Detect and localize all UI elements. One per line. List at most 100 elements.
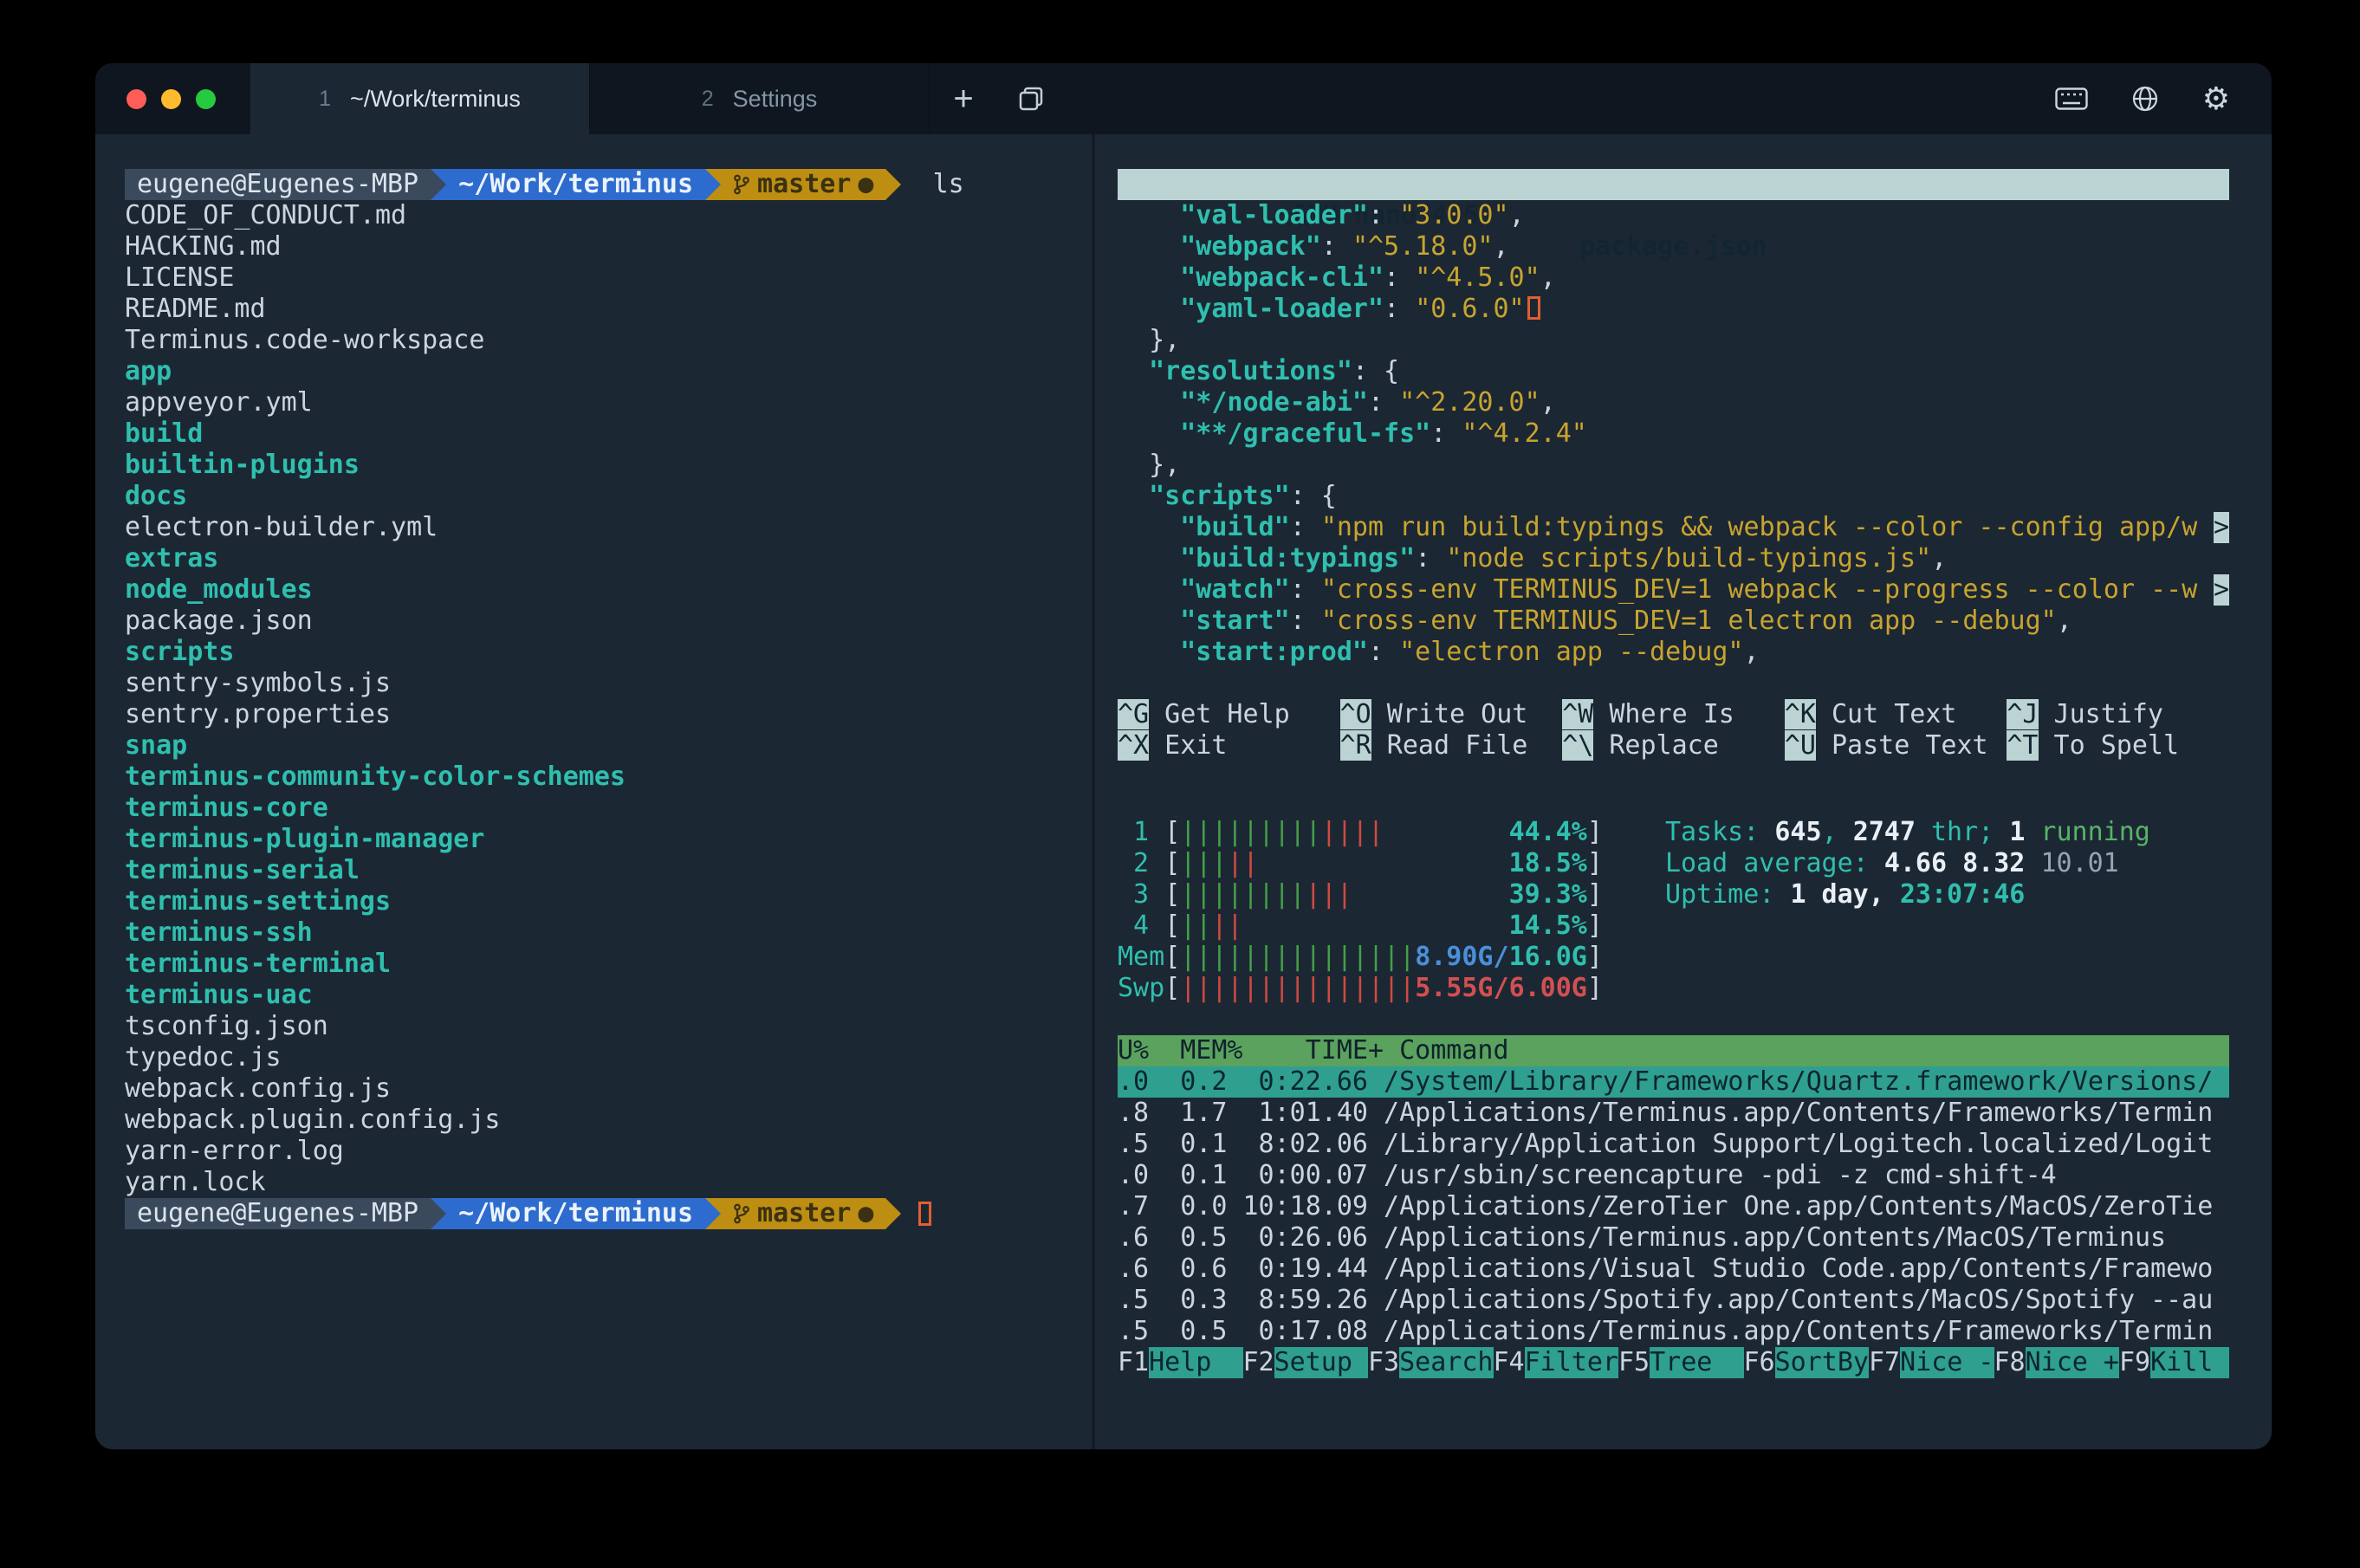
tab-index: 1 bbox=[319, 87, 331, 112]
terminal-prompt: eugene@Eugenes-MBP ~/Work/terminus maste… bbox=[125, 169, 1092, 200]
htop-stats: Tasks: 645, 2747 thr; 1 runningLoad aver… bbox=[1665, 817, 2150, 910]
file-entry: terminus-terminal bbox=[125, 949, 1092, 980]
htop-stat-line: Tasks: 645, 2747 thr; 1 running bbox=[1665, 817, 2150, 848]
process-row[interactable]: .6 0.5 0:26.06 /Applications/Terminus.ap… bbox=[1118, 1222, 2229, 1254]
file-entry: webpack.plugin.config.js bbox=[125, 1105, 1092, 1136]
process-row[interactable]: .0 0.2 0:22.66 /System/Library/Framework… bbox=[1118, 1066, 2229, 1098]
nano-code-line: "build:typings": "node scripts/build-typ… bbox=[1118, 543, 2229, 574]
file-entry: LICENSE bbox=[125, 262, 1092, 294]
file-entry: sentry.properties bbox=[125, 699, 1092, 730]
htop-meter: Mem[|||||||||||||||8.90G/16.0G] bbox=[1118, 942, 1603, 973]
fkey-f8: F8Nice + bbox=[1994, 1347, 2120, 1378]
file-entry: HACKING.md bbox=[125, 231, 1092, 262]
fkey-f4: F4Filter bbox=[1494, 1347, 1619, 1378]
prompt-path-segment: ~/Work/terminus bbox=[446, 169, 705, 200]
process-rows: .0 0.2 0:22.66 /System/Library/Framework… bbox=[1118, 1066, 2229, 1347]
nano-editor: GNU nano 4.5 package.json "val-loader": … bbox=[1118, 169, 2229, 761]
titlebar: 1 ~/Work/terminus 2 Settings + bbox=[95, 63, 2272, 134]
tab-work-terminus[interactable]: 1 ~/Work/terminus bbox=[250, 63, 590, 134]
terminus-window: 1 ~/Work/terminus 2 Settings + bbox=[95, 63, 2272, 1449]
nano-titlebar: GNU nano 4.5 package.json bbox=[1118, 169, 2229, 200]
terminal-pane-left[interactable]: eugene@Eugenes-MBP ~/Work/terminus maste… bbox=[95, 134, 1092, 1449]
prompt-branch-segment: master● bbox=[721, 1198, 885, 1229]
htop-meters-area: 1 [||||||||||||| 44.4%] 2 [||||| 18.5%] … bbox=[1118, 817, 2229, 1004]
powerline-arrow-icon bbox=[885, 1198, 901, 1229]
htop-meter: 2 [||||| 18.5%] bbox=[1118, 848, 1603, 879]
close-button[interactable] bbox=[126, 89, 146, 109]
nano-shortcut: ^O Write Out bbox=[1340, 699, 1563, 730]
minimize-button[interactable] bbox=[161, 89, 181, 109]
nano-buffer: "val-loader": "3.0.0", "webpack": "^5.18… bbox=[1118, 200, 2229, 668]
file-entry: appveyor.yml bbox=[125, 387, 1092, 418]
nano-code-line: "*/node-abi": "^2.20.0", bbox=[1118, 387, 2229, 418]
git-branch-icon bbox=[733, 173, 750, 196]
file-entry: terminus-ssh bbox=[125, 917, 1092, 949]
nano-code-line: "start:prod": "electron app --debug", bbox=[1118, 637, 2229, 668]
new-tab-button[interactable]: + bbox=[930, 63, 997, 134]
process-table: U% MEM% TIME+ Command .0 0.2 0:22.66 /Sy… bbox=[1118, 1035, 2229, 1347]
nano-shortcut: ^T To Spell bbox=[2007, 730, 2229, 761]
file-entry: yarn-error.log bbox=[125, 1136, 1092, 1167]
powerline-arrow-icon bbox=[705, 169, 721, 200]
fkey-f1: F1Help bbox=[1118, 1347, 1243, 1378]
process-table-header[interactable]: U% MEM% TIME+ Command bbox=[1118, 1035, 2229, 1066]
tab-settings[interactable]: 2 Settings bbox=[590, 63, 930, 134]
zoom-button[interactable] bbox=[196, 89, 216, 109]
nano-shortcut-row: ^X Exit^R Read File^\ Replace^U Paste Te… bbox=[1118, 730, 2229, 761]
file-entry: snap bbox=[125, 730, 1092, 761]
prompt-branch-segment: master● bbox=[721, 169, 885, 200]
branch-dot: ● bbox=[858, 1198, 873, 1229]
process-row[interactable]: .0 0.1 0:00.07 /usr/sbin/screencapture -… bbox=[1118, 1160, 2229, 1191]
file-entry: Terminus.code-workspace bbox=[125, 325, 1092, 356]
nano-code-line: "resolutions": { bbox=[1118, 356, 2229, 387]
nano-shortcut-row: ^G Get Help^O Write Out^W Where Is^K Cut… bbox=[1118, 699, 2229, 730]
file-entry: docs bbox=[125, 481, 1092, 512]
process-row[interactable]: .5 0.3 8:59.26 /Applications/Spotify.app… bbox=[1118, 1285, 2229, 1316]
process-row[interactable]: .7 0.0 10:18.09 /Applications/ZeroTier O… bbox=[1118, 1191, 2229, 1222]
file-entry: terminus-serial bbox=[125, 855, 1092, 886]
nano-shortcut: ^K Cut Text bbox=[1785, 699, 2007, 730]
file-entry: scripts bbox=[125, 637, 1092, 668]
fkey-f2: F2Setup bbox=[1243, 1347, 1369, 1378]
file-entry: build bbox=[125, 418, 1092, 450]
titlebar-right-icons: ⚙ bbox=[2055, 63, 2272, 134]
file-entry: node_modules bbox=[125, 574, 1092, 606]
terminal-content: eugene@Eugenes-MBP ~/Work/terminus maste… bbox=[95, 134, 2272, 1449]
prompt-user-segment: eugene@Eugenes-MBP bbox=[125, 169, 431, 200]
cpu-mem-meters: 1 [||||||||||||| 44.4%] 2 [||||| 18.5%] … bbox=[1118, 817, 1603, 1004]
file-entry: terminus-uac bbox=[125, 980, 1092, 1011]
process-row[interactable]: .6 0.6 0:19.44 /Applications/Visual Stud… bbox=[1118, 1254, 2229, 1285]
git-branch-icon bbox=[733, 1202, 750, 1225]
nano-shortcut: ^R Read File bbox=[1340, 730, 1563, 761]
terminal-prompt: eugene@Eugenes-MBP ~/Work/terminus maste… bbox=[125, 1198, 1092, 1229]
prompt-path-segment: ~/Work/terminus bbox=[446, 1198, 705, 1229]
file-entry: typedoc.js bbox=[125, 1042, 1092, 1073]
duplicate-window-icon bbox=[1017, 85, 1045, 113]
process-row[interactable]: .5 0.5 0:17.08 /Applications/Terminus.ap… bbox=[1118, 1316, 2229, 1347]
file-entry: builtin-plugins bbox=[125, 450, 1092, 481]
htop-stat-line: Load average: 4.66 8.32 10.01 bbox=[1665, 848, 2150, 879]
prompt-user-segment: eugene@Eugenes-MBP bbox=[125, 1198, 431, 1229]
process-row[interactable]: .5 0.1 8:02.06 /Library/Application Supp… bbox=[1118, 1129, 2229, 1160]
typed-command: ls bbox=[901, 169, 963, 200]
file-entry: app bbox=[125, 356, 1092, 387]
nano-truncation-marker: > bbox=[2214, 574, 2229, 606]
powerline-arrow-icon bbox=[431, 1198, 446, 1229]
terminal-pane-right[interactable]: GNU nano 4.5 package.json "val-loader": … bbox=[1095, 134, 2272, 1449]
process-row[interactable]: .8 1.7 1:01.40 /Applications/Terminus.ap… bbox=[1118, 1098, 2229, 1129]
htop-meter: Swp[|||||||||||||||5.55G/6.00G] bbox=[1118, 973, 1603, 1004]
nano-code-line: "yaml-loader": "0.6.0" bbox=[1118, 294, 2229, 325]
file-entry: webpack.config.js bbox=[125, 1073, 1092, 1105]
htop-function-key-bar: F1Help F2Setup F3SearchF4FilterF5Tree F6… bbox=[1118, 1347, 2229, 1378]
nano-truncation-marker: > bbox=[2214, 512, 2229, 543]
keyboard-icon[interactable] bbox=[2055, 87, 2088, 110]
globe-icon[interactable] bbox=[2131, 85, 2159, 113]
nano-shortcut: ^\ Replace bbox=[1562, 730, 1785, 761]
nano-code-line: "**/graceful-fs": "^4.2.4" bbox=[1118, 418, 2229, 450]
file-entry: terminus-settings bbox=[125, 886, 1092, 917]
htop-monitor: 1 [||||||||||||| 44.4%] 2 [||||| 18.5%] … bbox=[1118, 817, 2229, 1378]
new-window-button[interactable] bbox=[997, 63, 1065, 134]
nano-shortcut-bar: ^G Get Help^O Write Out^W Where Is^K Cut… bbox=[1118, 699, 2229, 761]
file-entry: terminus-plugin-manager bbox=[125, 824, 1092, 855]
gear-icon[interactable]: ⚙ bbox=[2202, 81, 2230, 117]
